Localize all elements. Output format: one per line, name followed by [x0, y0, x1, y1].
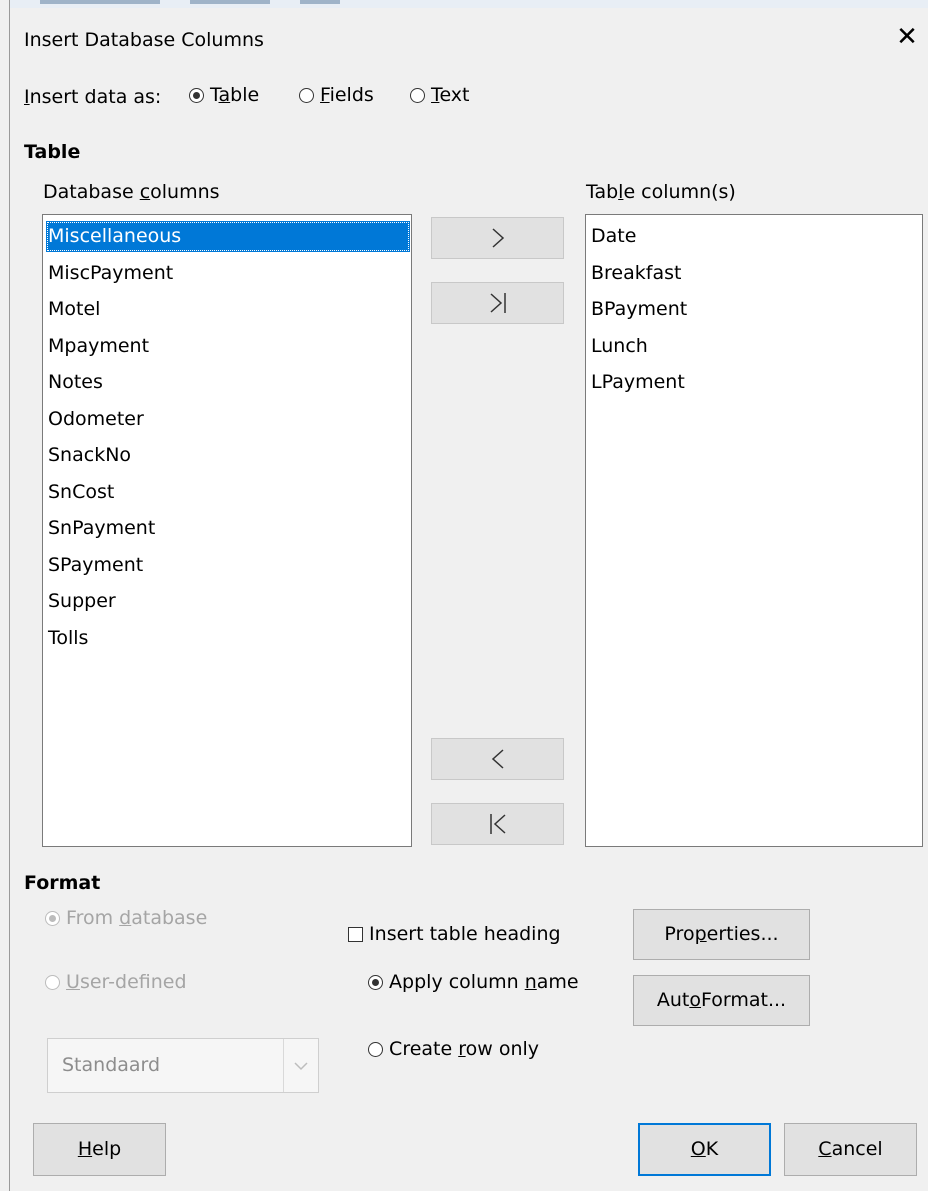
database-column-item[interactable]: Tolls: [46, 623, 410, 654]
chevron-right-bar-icon: [489, 293, 506, 313]
ok-button[interactable]: OK: [638, 1123, 771, 1176]
autoformat-button[interactable]: AutoFormat...: [633, 975, 810, 1026]
radio-apply-column-name-icon[interactable]: [368, 975, 383, 990]
database-columns-label: Database columns: [43, 181, 220, 203]
remove-column-button[interactable]: [431, 738, 564, 780]
database-column-item[interactable]: Supper: [46, 586, 410, 617]
database-column-item[interactable]: SnPayment: [46, 513, 410, 544]
properties-button[interactable]: Properties...: [633, 909, 810, 960]
table-column-item[interactable]: Breakfast: [589, 258, 921, 289]
database-column-item[interactable]: Motel: [46, 294, 410, 325]
add-column-button[interactable]: [431, 217, 564, 259]
database-column-item[interactable]: Miscellaneous: [46, 221, 410, 252]
checkbox-icon[interactable]: [348, 927, 363, 942]
table-column-item[interactable]: Date: [589, 221, 921, 252]
radio-table[interactable]: Table: [189, 84, 259, 106]
dialog-title: Insert Database Columns: [24, 29, 264, 51]
table-section-heading: Table: [24, 141, 81, 163]
chevron-left-bar-icon: [489, 814, 506, 834]
radio-apply-column-name[interactable]: Apply column name: [368, 971, 579, 993]
chevron-right-icon: [491, 228, 504, 248]
table-column-item[interactable]: LPayment: [589, 367, 921, 398]
database-column-item[interactable]: MiscPayment: [46, 258, 410, 289]
radio-user-defined-icon: [45, 975, 60, 990]
database-columns-list[interactable]: Miscellaneous MiscPayment Motel Mpayment Not…: [42, 214, 412, 847]
database-column-item[interactable]: SnCost: [46, 477, 410, 508]
radio-table-icon[interactable]: [189, 88, 204, 103]
number-format-combo: Standaard: [47, 1038, 319, 1093]
remove-all-columns-button[interactable]: [431, 803, 564, 845]
chevron-down-icon: [294, 1062, 308, 1071]
table-columns-label: Table column(s): [586, 181, 736, 203]
radio-from-database-icon: [45, 911, 60, 926]
database-column-item[interactable]: SPayment: [46, 550, 410, 581]
radio-from-database: From database: [45, 907, 207, 929]
database-column-item[interactable]: Mpayment: [46, 331, 410, 362]
add-all-columns-button[interactable]: [431, 282, 564, 324]
table-columns-list[interactable]: Date Breakfast BPayment Lunch LPayment: [585, 214, 923, 847]
insert-table-heading-checkbox[interactable]: Insert table heading: [348, 923, 561, 945]
close-icon[interactable]: ✕: [892, 22, 922, 52]
radio-text-icon[interactable]: [410, 88, 425, 103]
radio-fields-icon[interactable]: [299, 88, 314, 103]
radio-fields[interactable]: Fields: [299, 84, 374, 106]
database-column-item[interactable]: SnackNo: [46, 440, 410, 471]
window-left-edge: [0, 0, 10, 1191]
database-column-item[interactable]: Notes: [46, 367, 410, 398]
help-button[interactable]: Help: [33, 1123, 166, 1176]
number-format-value: Standaard: [62, 1054, 161, 1076]
radio-create-row-only-icon[interactable]: [368, 1042, 383, 1057]
chevron-left-icon: [491, 749, 504, 769]
radio-create-row-only[interactable]: Create row only: [368, 1038, 539, 1060]
database-column-item[interactable]: Odometer: [46, 404, 410, 435]
insert-data-as-label: Insert data as:: [24, 86, 162, 108]
radio-text[interactable]: Text: [410, 84, 470, 106]
cancel-button[interactable]: Cancel: [784, 1123, 917, 1176]
table-column-item[interactable]: BPayment: [589, 294, 921, 325]
combo-dropdown: [283, 1039, 318, 1092]
radio-user-defined: User-defined: [45, 971, 187, 993]
background-window-strip: [0, 0, 928, 8]
format-section-heading: Format: [24, 872, 101, 894]
table-column-item[interactable]: Lunch: [589, 331, 921, 362]
